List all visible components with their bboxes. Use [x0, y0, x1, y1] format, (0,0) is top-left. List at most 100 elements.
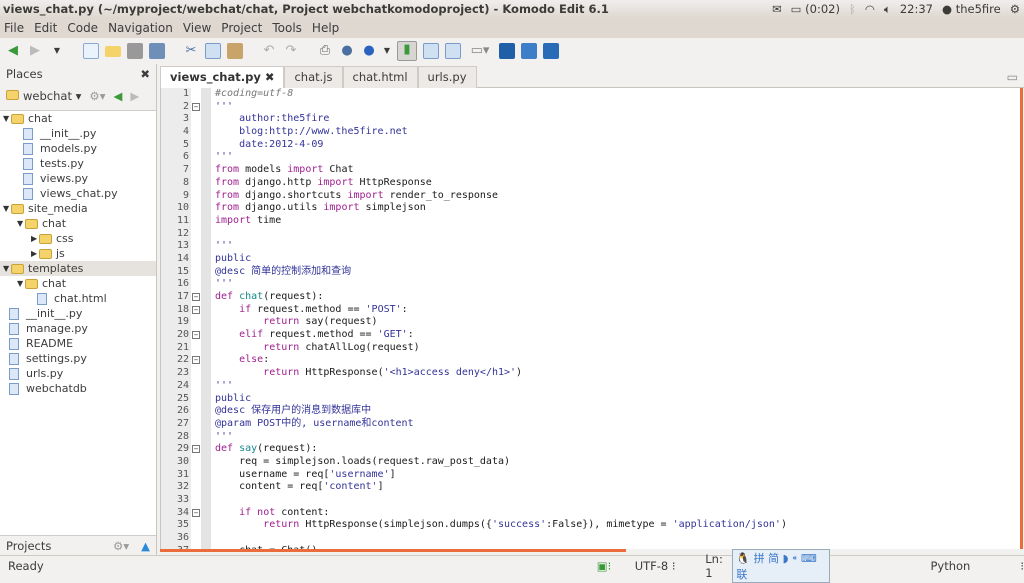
new-file-icon[interactable]	[83, 43, 99, 59]
expanded-arrow-icon[interactable]: ▼	[3, 264, 11, 273]
power-gear-icon[interactable]: ⚙	[1010, 2, 1020, 16]
line-number: 20	[176, 329, 189, 341]
close-icon[interactable]: ✖	[140, 67, 150, 81]
fold-toggle-icon[interactable]: −	[192, 102, 200, 111]
fold-toggle-icon[interactable]: −	[192, 293, 200, 301]
tree-item[interactable]: README	[0, 336, 156, 351]
menu-navigation[interactable]: Navigation	[108, 21, 173, 35]
help-icon[interactable]: ●	[339, 43, 355, 59]
expand-up-icon[interactable]: ▲	[141, 539, 150, 553]
tab-views-chat-py[interactable]: views_chat.py ✖	[160, 66, 285, 88]
dropdown-icon[interactable]: ▼	[383, 43, 391, 59]
tree-item[interactable]: ▼ chat	[0, 276, 156, 291]
battery-indicator[interactable]: ▭ (0:02)	[791, 2, 840, 16]
line-number: 7	[182, 164, 189, 176]
fold-toggle-icon[interactable]: −	[192, 508, 200, 517]
close-tab-icon[interactable]: ✖	[265, 70, 275, 84]
encoding-selector[interactable]: UTF-8 ⁝	[635, 559, 700, 573]
tree-item[interactable]: tests.py	[0, 156, 156, 171]
tree-item[interactable]: urls.py	[0, 366, 156, 381]
ime-toolbar[interactable]: 🐧 拼 简 ◗ ⁌ ⌨ 联	[732, 548, 831, 583]
tab-urls-py[interactable]: urls.py	[417, 66, 477, 88]
save-all-icon[interactable]	[149, 43, 165, 59]
menu-code[interactable]: Code	[67, 21, 98, 35]
gear-icon[interactable]: ⚙▾	[113, 539, 129, 553]
tree-item[interactable]: models.py	[0, 141, 156, 156]
code-token: content:	[275, 506, 330, 518]
code-lines[interactable]: 1 #coding=utf-8 2− ''' 3 author:the5fire 4 bl…	[161, 88, 1021, 549]
fold-toggle-icon[interactable]: −	[192, 445, 200, 454]
save-icon[interactable]	[127, 43, 143, 59]
code-editor[interactable]: 1 #coding=utf-8 2− ''' 3 author:the5fire 4 bl…	[160, 88, 1021, 549]
expanded-arrow-icon[interactable]: ▼	[17, 279, 25, 288]
back-icon[interactable]: ◀	[5, 43, 21, 59]
copy-icon[interactable]	[205, 43, 221, 59]
redo-icon[interactable]: ↷	[283, 43, 299, 59]
mail-icon[interactable]: ✉	[772, 2, 782, 16]
tree-item[interactable]: ▼ site_media	[0, 201, 156, 216]
browser-icon[interactable]: ●	[361, 43, 377, 59]
tree-item[interactable]: views.py	[0, 171, 156, 186]
tree-item[interactable]: __init__.py	[0, 126, 156, 141]
komodo-site-icon[interactable]	[543, 43, 559, 59]
horizontal-scrollbar[interactable]	[160, 549, 626, 552]
wifi-icon[interactable]: ◠	[865, 2, 875, 16]
open-folder-icon[interactable]	[105, 45, 121, 57]
toggle-bottom-pane-icon[interactable]	[423, 43, 439, 59]
back-icon[interactable]: ◀	[113, 89, 122, 103]
user-menu[interactable]: ● the5fire	[942, 2, 1001, 16]
bluetooth-icon[interactable]: ᛒ	[849, 2, 856, 16]
collapsed-arrow-icon[interactable]: ▶	[31, 234, 39, 243]
tree-item[interactable]: ▼ chat	[0, 216, 156, 231]
tree-item[interactable]: ▼ templates	[0, 261, 156, 276]
toggle-right-pane-icon[interactable]	[445, 43, 461, 59]
menu-help[interactable]: Help	[312, 21, 339, 35]
forward-icon[interactable]: ▶	[27, 43, 43, 59]
projects-title[interactable]: Projects	[6, 539, 113, 553]
gear-icon[interactable]: ⚙▾	[89, 89, 105, 103]
toggle-left-pane-icon[interactable]: ▮	[397, 41, 417, 61]
dropdown-icon[interactable]: ▼	[49, 43, 65, 59]
tree-item[interactable]: chat.html	[0, 291, 156, 306]
tree-item[interactable]: ▼ chat	[0, 111, 156, 126]
undo-icon[interactable]: ↶	[261, 43, 277, 59]
fold-toggle-icon[interactable]: −	[192, 356, 200, 365]
root-folder-selector[interactable]: webchat ▾	[6, 89, 81, 103]
menu-project[interactable]: Project	[221, 21, 262, 35]
refresh-icon[interactable]	[521, 43, 537, 59]
menu-file[interactable]: File	[4, 21, 24, 35]
tree-item[interactable]: views_chat.py	[0, 186, 156, 201]
tree-item[interactable]: ▶ css	[0, 231, 156, 246]
tab-label: chat.js	[294, 70, 333, 84]
lint-status-icon[interactable]: ▣⁝	[597, 559, 635, 573]
komodo-icon[interactable]	[499, 43, 515, 59]
tree-item[interactable]: settings.py	[0, 351, 156, 366]
paste-icon[interactable]	[227, 43, 243, 59]
clock[interactable]: 22:37	[900, 2, 933, 16]
menu-tools[interactable]: Tools	[272, 21, 302, 35]
cut-icon[interactable]: ✂	[183, 43, 199, 59]
tab-chat-js[interactable]: chat.js	[284, 66, 343, 88]
menu-edit[interactable]: Edit	[34, 21, 57, 35]
print-icon[interactable]: ⎙	[317, 43, 333, 59]
expanded-arrow-icon[interactable]: ▼	[3, 114, 11, 123]
collapsed-arrow-icon[interactable]: ▶	[31, 249, 39, 258]
keyboard-icon[interactable]: ▭▾	[467, 43, 493, 59]
tab-chat-html[interactable]: chat.html	[342, 66, 418, 88]
tree-item[interactable]: ▶ js	[0, 246, 156, 261]
expanded-arrow-icon[interactable]: ▼	[3, 204, 11, 213]
forward-icon[interactable]: ▶	[130, 89, 139, 103]
language-selector[interactable]: Python ⁝	[930, 559, 1024, 573]
expanded-arrow-icon[interactable]: ▼	[17, 219, 25, 228]
tree-item[interactable]: webchatdb	[0, 381, 156, 396]
volume-icon[interactable]: 🔈︎	[884, 2, 891, 17]
ime-extra: 联	[736, 567, 748, 581]
tree-item[interactable]: __init__.py	[0, 306, 156, 321]
code-token: return	[263, 367, 300, 379]
fold-toggle-icon[interactable]: −	[192, 331, 200, 340]
fold-toggle-icon[interactable]: −	[192, 305, 200, 314]
tab-list-icon[interactable]: ▭	[1007, 70, 1018, 84]
vertical-scrollbar[interactable]	[1020, 88, 1023, 549]
menu-view[interactable]: View	[183, 21, 211, 35]
tree-item[interactable]: manage.py	[0, 321, 156, 336]
